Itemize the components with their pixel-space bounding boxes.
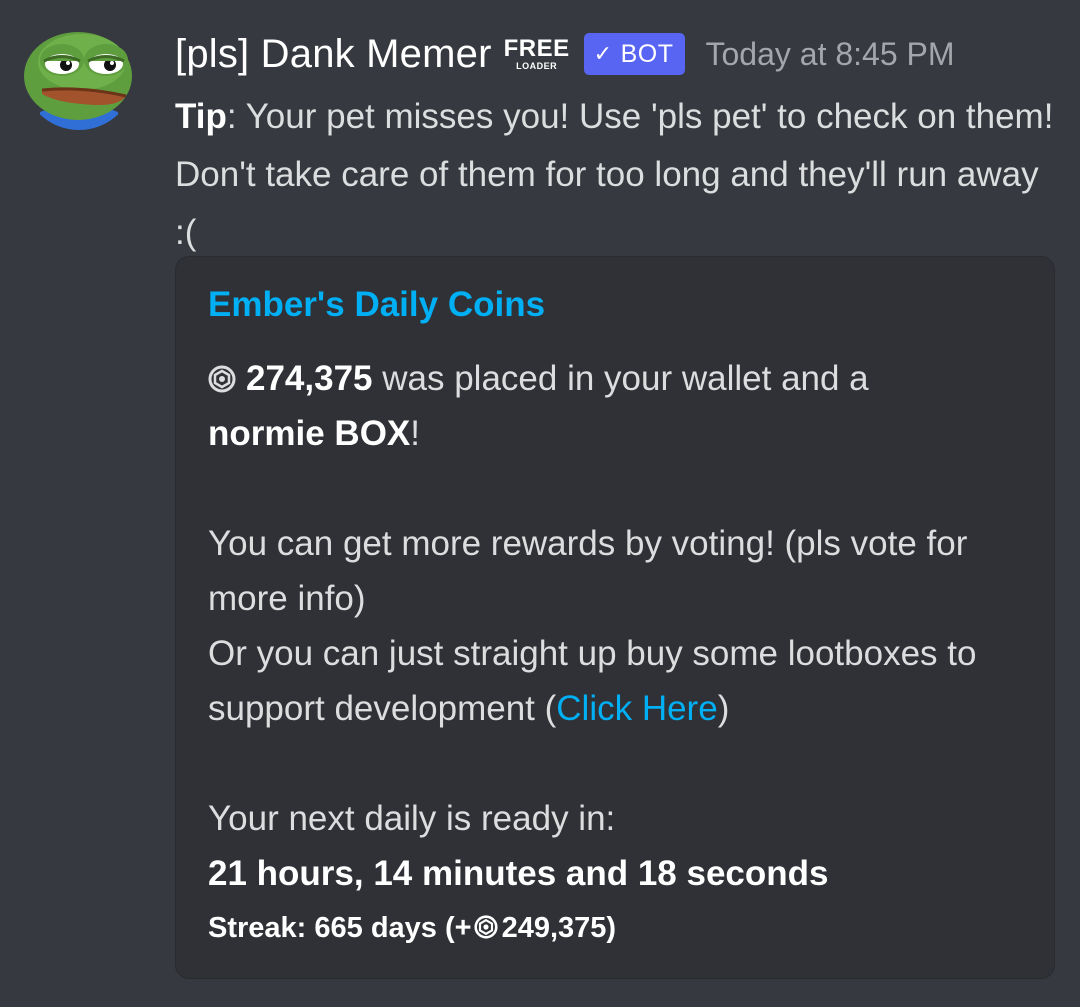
embed-description: 274,375 was placed in your wallet and a n… — [208, 351, 1038, 901]
badge-bottom-text: LOADER — [516, 61, 558, 71]
click-here-link[interactable]: Click Here — [556, 689, 717, 728]
message-header: [pls] Dank Memer FREE LOADER ✓ BOT Today… — [175, 26, 955, 82]
box-suffix: ! — [410, 414, 420, 453]
streak-bonus: 249,375 — [501, 912, 607, 944]
bot-avatar[interactable] — [22, 16, 136, 130]
message-content: Tip: Your pet misses you! Use 'pls pet' … — [175, 88, 1055, 262]
next-daily-time: 21 hours, 14 minutes and 18 seconds — [208, 846, 1038, 901]
coin-icon — [208, 365, 236, 393]
coin-amount: 274,375 — [246, 359, 373, 398]
message-timestamp[interactable]: Today at 8:45 PM — [705, 36, 954, 73]
streak-line: Streak: 665 days (+ 249,375) — [208, 912, 616, 945]
tip-text: : Your pet misses you! Use 'pls pet' to … — [175, 97, 1054, 252]
next-daily-time-value: 21 hours, 14 minutes and 18 seconds — [208, 854, 829, 893]
wallet-text: was placed in your wallet and a — [372, 359, 869, 398]
tip-label: Tip — [175, 97, 227, 136]
bot-tag-label: BOT — [620, 39, 674, 68]
pepe-frog-avatar-icon — [22, 16, 136, 130]
check-icon: ✓ — [593, 41, 613, 66]
box-name: normie BOX — [208, 414, 411, 453]
bot-tag: ✓ BOT — [583, 33, 686, 75]
author-username[interactable]: [pls] Dank Memer — [175, 32, 492, 77]
wallet-line: 274,375 was placed in your wallet and a n… — [208, 351, 1038, 461]
vote-text: You can get more rewards by voting! (pls… — [208, 524, 968, 618]
streak-suffix: ) — [606, 912, 617, 944]
embed-card: Ember's Daily Coins 274,375 was placed i… — [175, 256, 1055, 979]
link-close: ) — [717, 689, 730, 728]
free-loader-badge: FREE LOADER — [504, 37, 570, 71]
next-daily-label: Your next daily is ready in: — [208, 799, 616, 838]
coin-icon — [474, 915, 498, 939]
chat-message: [pls] Dank Memer FREE LOADER ✓ BOT Today… — [0, 0, 1080, 1007]
lootbox-line: Or you can just straight up buy some loo… — [208, 626, 1038, 736]
streak-prefix: Streak: 665 days (+ — [208, 912, 472, 944]
badge-top-text: FREE — [503, 35, 570, 62]
embed-title[interactable]: Ember's Daily Coins — [208, 285, 545, 325]
